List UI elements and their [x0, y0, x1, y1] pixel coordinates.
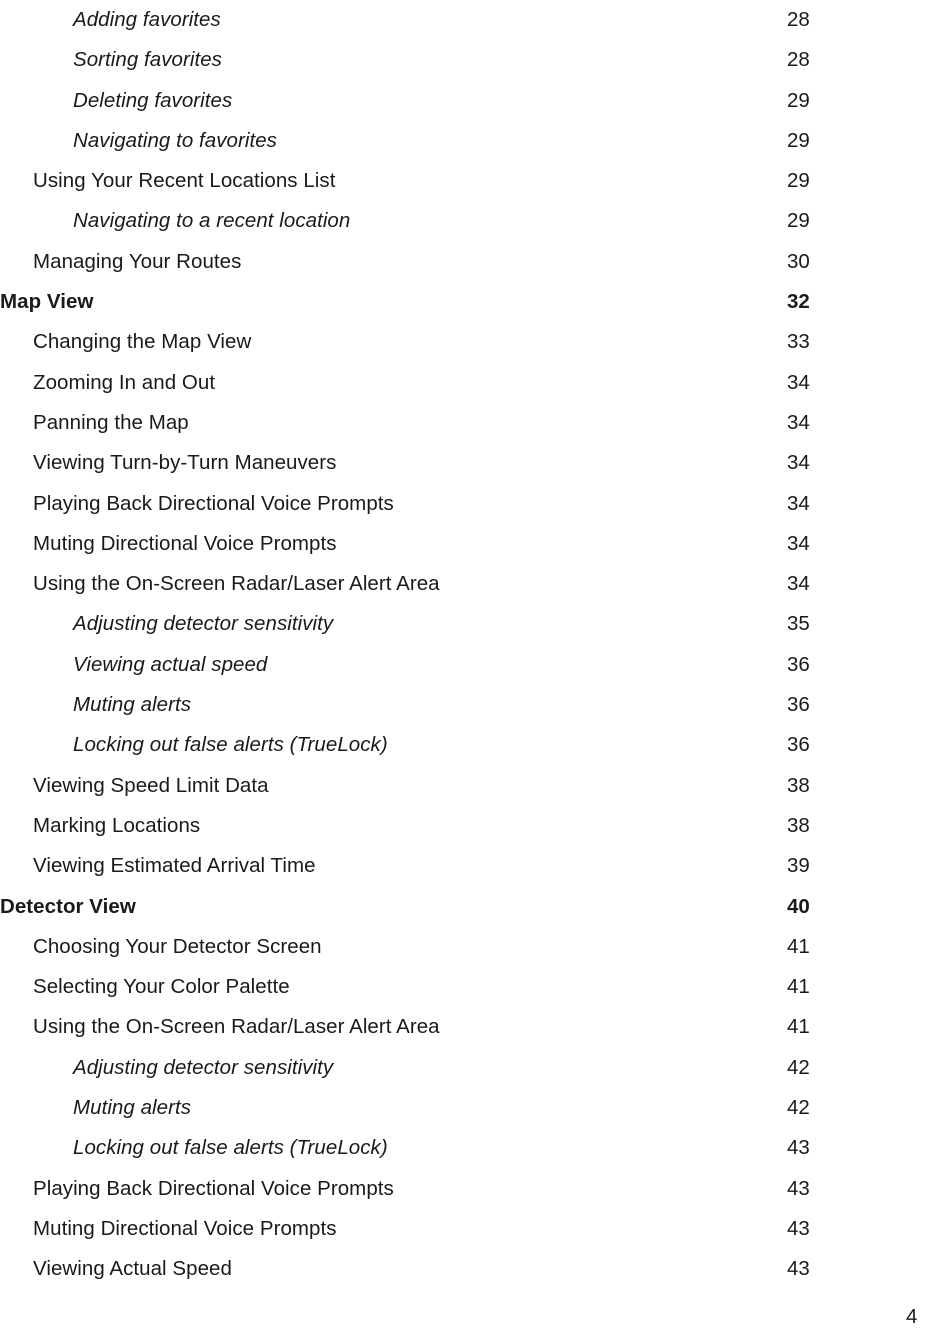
toc-entry-page-number: 29 — [787, 209, 810, 233]
toc-entry[interactable]: Muting alerts 42 — [0, 1088, 935, 1128]
toc-entry-page-number: 34 — [787, 410, 810, 434]
toc-entry-title: Navigating to favorites — [73, 128, 277, 152]
toc-entry[interactable]: Detector View 40 — [0, 887, 935, 927]
toc-entry-title: Adjusting detector sensitivity — [73, 1055, 334, 1079]
toc-entry-page-number: 34 — [787, 451, 810, 475]
toc-entry-page-number: 36 — [787, 693, 810, 717]
toc-entry-title: Marking Locations — [33, 813, 201, 837]
toc-entry-title: Muting Directional Voice Prompts — [33, 1216, 337, 1240]
toc-entry-title: Changing the Map View — [33, 330, 252, 354]
toc-entry-page-number: 28 — [787, 48, 810, 72]
toc-entry-page-number: 29 — [787, 169, 810, 193]
toc-entry[interactable]: Deleting favorites 29 — [0, 81, 935, 121]
toc-entry-page-number: 32 — [787, 290, 810, 314]
toc-entry-title: Zooming In and Out — [33, 370, 216, 394]
toc-entry-page-number: 28 — [787, 8, 810, 31]
toc-entry-title: Muting Directional Voice Prompts — [33, 531, 337, 555]
toc-entry-title: Choosing Your Detector Screen — [33, 934, 322, 958]
toc-entry-page-number: 43 — [787, 1257, 810, 1281]
toc-entry-page-number: 39 — [787, 854, 810, 878]
toc-entry-title: Muting alerts — [73, 693, 192, 717]
toc-entry-title: Sorting favorites — [73, 48, 222, 72]
toc-entry-page-number: 43 — [787, 1216, 810, 1240]
table-of-contents: Adding favorites 28 Sorting favorites 28 Del… — [0, 0, 935, 1290]
toc-entry-title: Adjusting detector sensitivity — [73, 612, 334, 636]
toc-entry[interactable]: Choosing Your Detector Screen 41 — [0, 927, 935, 967]
toc-entry[interactable]: Navigating to favorites 29 — [0, 121, 935, 161]
toc-entry[interactable]: Viewing Speed Limit Data 38 — [0, 766, 935, 806]
toc-entry[interactable]: Panning the Map 34 — [0, 403, 935, 443]
toc-entry-title: Muting alerts — [73, 1096, 192, 1120]
toc-entry-title: Viewing Turn-by-Turn Maneuvers — [33, 451, 337, 475]
toc-entry-title: Viewing actual speed — [73, 652, 268, 676]
toc-entry-page-number: 30 — [787, 249, 810, 273]
toc-entry[interactable]: Playing Back Directional Voice Prompts 34 — [0, 484, 935, 524]
toc-entry-page-number: 34 — [787, 531, 810, 555]
toc-entry-page-number: 34 — [787, 572, 810, 596]
toc-entry-page-number: 36 — [787, 652, 810, 676]
toc-entry-page-number: 43 — [787, 1136, 810, 1160]
toc-entry-title: Viewing Actual Speed — [33, 1257, 232, 1281]
toc-entry[interactable]: Viewing actual speed 36 — [0, 645, 935, 685]
toc-entry-page-number: 35 — [787, 612, 810, 636]
toc-entry-page-number: 41 — [787, 934, 810, 958]
toc-entry[interactable]: Changing the Map View 33 — [0, 322, 935, 362]
toc-entry-title: Using Your Recent Locations List — [33, 169, 336, 193]
toc-entry-page-number: 41 — [787, 1015, 810, 1039]
toc-entry-page-number: 34 — [787, 491, 810, 515]
toc-entry[interactable]: Zooming In and Out 34 — [0, 363, 935, 403]
toc-entry-title: Navigating to a recent location — [73, 209, 351, 233]
toc-entry[interactable]: Managing Your Routes 30 — [0, 242, 935, 282]
toc-entry-title: Deleting favorites — [73, 88, 233, 112]
toc-entry[interactable]: Using the On-Screen Radar/Laser Alert Ar… — [0, 1007, 935, 1047]
toc-entry-page-number: 40 — [787, 894, 810, 918]
toc-entry-title: Selecting Your Color Palette — [33, 975, 290, 999]
toc-entry-page-number: 36 — [787, 733, 810, 757]
toc-entry-page-number: 42 — [787, 1096, 810, 1120]
toc-entry[interactable]: Selecting Your Color Palette 41 — [0, 967, 935, 1007]
toc-entry-page-number: 42 — [787, 1055, 810, 1079]
toc-entry[interactable]: Using the On-Screen Radar/Laser Alert Ar… — [0, 564, 935, 604]
toc-entry-page-number: 38 — [787, 773, 810, 797]
toc-entry-page-number: 29 — [787, 88, 810, 112]
toc-entry-title: Using the On-Screen Radar/Laser Alert Ar… — [33, 572, 440, 596]
page-number: 4 — [906, 1305, 918, 1328]
toc-entry[interactable]: Locking out false alerts (TrueLock) 43 — [0, 1128, 935, 1168]
toc-entry-title: Panning the Map — [33, 410, 189, 434]
toc-entry[interactable]: Viewing Estimated Arrival Time 39 — [0, 846, 935, 886]
toc-entry[interactable]: Muting Directional Voice Prompts 34 — [0, 524, 935, 564]
toc-entry-title: Using the On-Screen Radar/Laser Alert Ar… — [33, 1015, 440, 1039]
toc-entry-page-number: 41 — [787, 975, 810, 999]
toc-entry[interactable]: Locking out false alerts (TrueLock) 36 — [0, 725, 935, 765]
toc-entry[interactable]: Playing Back Directional Voice Prompts 43 — [0, 1169, 935, 1209]
toc-entry-title: Viewing Speed Limit Data — [33, 773, 269, 797]
toc-entry-page-number: 29 — [787, 128, 810, 152]
toc-entry-title: Detector View — [0, 894, 136, 918]
toc-entry-title: Playing Back Directional Voice Prompts — [33, 1176, 394, 1200]
toc-entry[interactable]: Viewing Turn-by-Turn Maneuvers 34 — [0, 443, 935, 483]
toc-entry[interactable]: Muting Directional Voice Prompts 43 — [0, 1209, 935, 1249]
toc-entry-title: Locking out false alerts (TrueLock) — [73, 733, 388, 757]
toc-entry[interactable]: Navigating to a recent location 29 — [0, 201, 935, 241]
toc-entry[interactable]: Muting alerts 36 — [0, 685, 935, 725]
toc-entry-page-number: 33 — [787, 330, 810, 354]
toc-entry-title: Viewing Estimated Arrival Time — [33, 854, 316, 878]
toc-entry[interactable]: Adding favorites 28 — [0, 0, 935, 40]
toc-entry-page-number: 38 — [787, 813, 810, 837]
toc-entry[interactable]: Adjusting detector sensitivity 35 — [0, 604, 935, 644]
toc-entry-page-number: 34 — [787, 370, 810, 394]
toc-entry-title: Adding favorites — [73, 8, 221, 31]
toc-entry-title: Playing Back Directional Voice Prompts — [33, 491, 394, 515]
toc-entry-title: Map View — [0, 290, 94, 314]
toc-entry-title: Locking out false alerts (TrueLock) — [73, 1136, 388, 1160]
toc-entry[interactable]: Marking Locations 38 — [0, 806, 935, 846]
toc-entry[interactable]: Map View 32 — [0, 282, 935, 322]
toc-entry[interactable]: Adjusting detector sensitivity 42 — [0, 1048, 935, 1088]
toc-entry-title: Managing Your Routes — [33, 249, 242, 273]
toc-entry-page-number: 43 — [787, 1176, 810, 1200]
toc-entry[interactable]: Using Your Recent Locations List 29 — [0, 161, 935, 201]
toc-entry[interactable]: Sorting favorites 28 — [0, 40, 935, 80]
toc-entry[interactable]: Viewing Actual Speed 43 — [0, 1249, 935, 1289]
